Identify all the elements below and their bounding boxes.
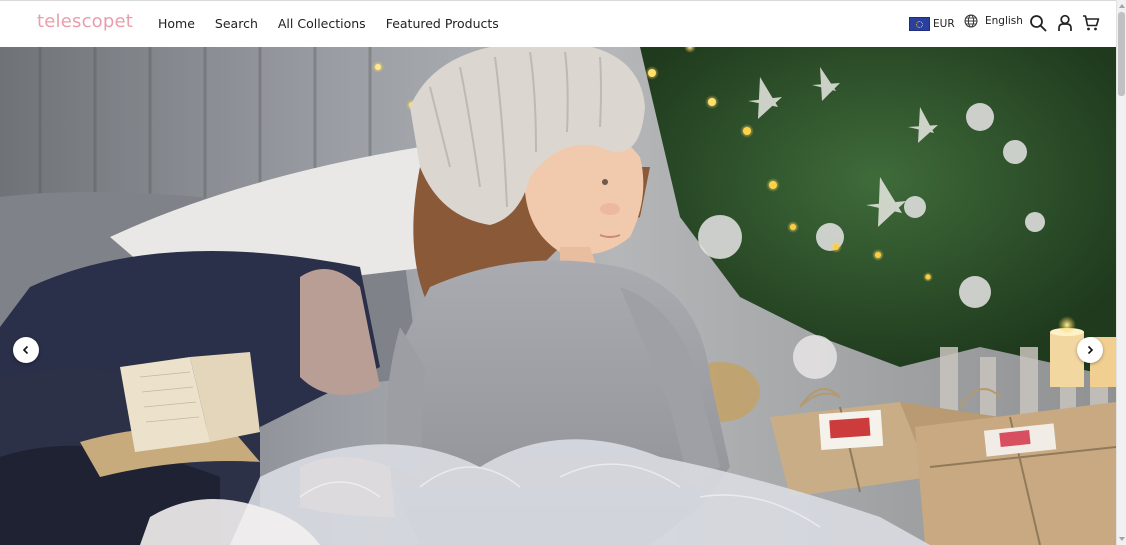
currency-label: EUR	[933, 18, 955, 30]
page-scrollbar[interactable]	[1116, 0, 1126, 545]
language-label: English	[985, 15, 1023, 27]
cart-button[interactable]	[1082, 14, 1102, 34]
nav-featured-products[interactable]: Featured Products	[386, 16, 499, 31]
main-nav: Home Search All Collections Featured Pro…	[158, 16, 519, 31]
logo[interactable]: telescopet	[37, 11, 133, 32]
scrollbar-thumb[interactable]	[1118, 12, 1125, 96]
currency-selector[interactable]: EUR	[909, 17, 955, 31]
slider-prev-button[interactable]	[13, 337, 39, 363]
language-selector[interactable]: English	[964, 14, 1023, 28]
account-button[interactable]	[1056, 14, 1076, 34]
chevron-right-icon	[1087, 345, 1094, 355]
globe-icon	[964, 14, 978, 28]
search-button[interactable]	[1029, 14, 1049, 34]
hero-image	[0, 47, 1116, 545]
cart-icon	[1083, 15, 1100, 31]
scroll-up-icon[interactable]	[1118, 1, 1126, 11]
nav-search[interactable]: Search	[215, 16, 258, 31]
nav-all-collections[interactable]: All Collections	[278, 16, 366, 31]
search-icon	[1030, 15, 1047, 32]
site-header: telescopet Home Search All Collections F…	[0, 0, 1116, 47]
hero-slider	[0, 47, 1116, 545]
slider-next-button[interactable]	[1077, 337, 1103, 363]
scroll-down-icon[interactable]	[1118, 534, 1126, 544]
chevron-left-icon	[22, 345, 29, 355]
nav-home[interactable]: Home	[158, 16, 195, 31]
page: telescopet Home Search All Collections F…	[0, 0, 1116, 545]
user-icon	[1058, 14, 1072, 31]
eu-flag-icon	[909, 17, 930, 31]
